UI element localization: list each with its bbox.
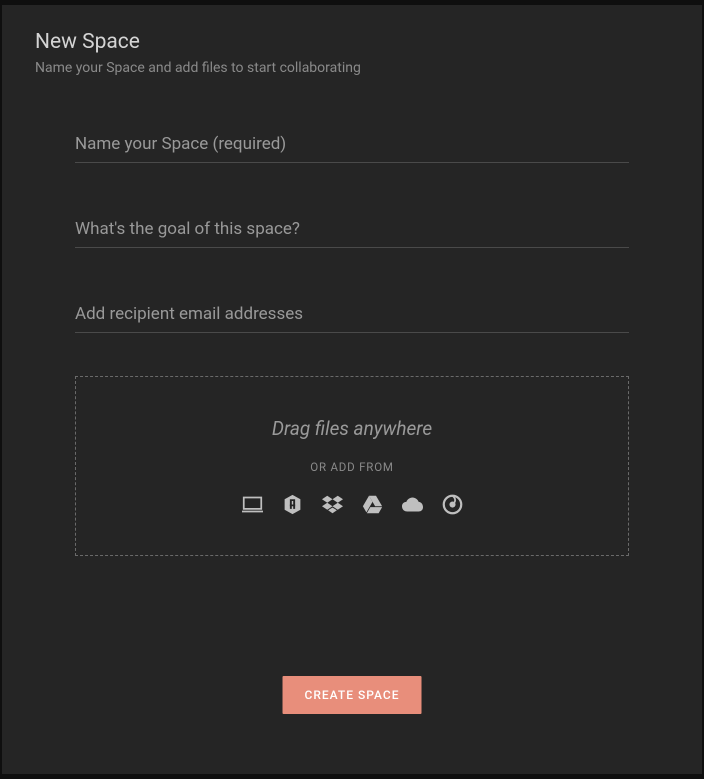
new-space-panel: New Space Name your Space and add files … bbox=[2, 5, 702, 774]
dropbox-icon[interactable] bbox=[322, 494, 343, 515]
or-add-from-label: OR ADD FROM bbox=[96, 460, 608, 474]
create-space-button[interactable]: CREATE SPACE bbox=[283, 676, 422, 714]
computer-icon[interactable] bbox=[242, 494, 263, 515]
source-icons bbox=[96, 494, 608, 515]
file-dropzone[interactable]: Drag files anywhere OR ADD FROM bbox=[75, 376, 629, 556]
space-goal-input[interactable] bbox=[75, 211, 629, 248]
space-name-input[interactable] bbox=[75, 126, 629, 163]
header: New Space Name your Space and add files … bbox=[2, 5, 702, 86]
google-drive-icon[interactable] bbox=[362, 494, 383, 515]
drag-instruction: Drag files anywhere bbox=[96, 417, 608, 440]
page-title: New Space bbox=[35, 30, 669, 54]
hightail-icon[interactable] bbox=[282, 494, 303, 515]
onedrive-icon[interactable] bbox=[402, 494, 423, 515]
form: Drag files anywhere OR ADD FROM bbox=[2, 86, 702, 556]
other-source-icon[interactable] bbox=[442, 494, 463, 515]
recipients-input[interactable] bbox=[75, 296, 629, 333]
page-subtitle: Name your Space and add files to start c… bbox=[35, 60, 669, 76]
